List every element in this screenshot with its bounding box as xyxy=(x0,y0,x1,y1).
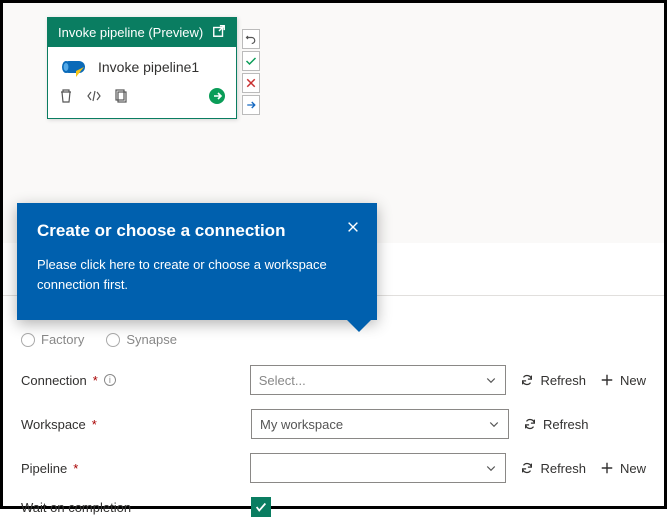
workspace-refresh-button[interactable]: Refresh xyxy=(523,417,589,432)
pipeline-icon xyxy=(60,57,88,77)
copy-icon[interactable] xyxy=(114,88,130,107)
radio-synapse[interactable]: Synapse xyxy=(106,332,177,347)
callout-title: Create or choose a connection xyxy=(37,221,357,241)
activity-action-bar xyxy=(48,81,236,118)
close-icon xyxy=(346,220,360,234)
refresh-icon xyxy=(523,417,537,431)
refresh-icon xyxy=(520,461,534,475)
callout-body: Please click here to create or choose a … xyxy=(37,255,357,294)
pipeline-new-button[interactable]: New xyxy=(600,461,646,476)
required-marker: * xyxy=(93,373,98,388)
radio-factory[interactable]: Factory xyxy=(21,332,84,347)
plus-icon xyxy=(600,461,614,475)
skip-status-icon[interactable] xyxy=(242,95,260,115)
row-pipeline: Pipeline * Refresh New xyxy=(21,453,646,483)
callout-close-button[interactable] xyxy=(343,217,363,237)
required-marker: * xyxy=(73,461,78,476)
info-icon[interactable]: i xyxy=(104,374,116,386)
label-workspace: Workspace xyxy=(21,417,86,432)
radio-synapse-label: Synapse xyxy=(126,332,177,347)
connection-refresh-button[interactable]: Refresh xyxy=(520,373,586,388)
failure-status-icon[interactable] xyxy=(242,73,260,93)
required-marker: * xyxy=(92,417,97,432)
connection-select[interactable]: Select... xyxy=(250,365,507,395)
connection-refresh-label: Refresh xyxy=(540,373,586,388)
activity-name: Invoke pipeline1 xyxy=(98,59,199,75)
row-wait: Wait on completion xyxy=(21,497,646,517)
activity-header: Invoke pipeline (Preview) xyxy=(48,18,236,47)
run-icon[interactable] xyxy=(208,87,226,108)
open-external-icon[interactable] xyxy=(212,24,226,41)
activity-title: Invoke pipeline (Preview) xyxy=(58,25,203,40)
code-icon[interactable] xyxy=(86,88,102,107)
chevron-down-icon xyxy=(488,418,500,430)
plus-icon xyxy=(600,373,614,387)
label-connection: Connection xyxy=(21,373,87,388)
pipeline-refresh-label: Refresh xyxy=(540,461,586,476)
refresh-icon xyxy=(520,373,534,387)
validation-column xyxy=(242,29,260,115)
activity-tile[interactable]: Invoke pipeline (Preview) Invoke pipelin… xyxy=(47,17,237,119)
chevron-down-icon xyxy=(485,374,497,386)
workspace-select-value: My workspace xyxy=(260,417,343,432)
chevron-down-icon xyxy=(485,462,497,474)
pipeline-select[interactable] xyxy=(250,453,507,483)
undo-icon[interactable] xyxy=(242,29,260,49)
wait-checkbox[interactable] xyxy=(251,497,271,517)
activity-body: Invoke pipeline1 xyxy=(48,47,236,81)
radio-factory-label: Factory xyxy=(41,332,84,347)
properties-panel: Factory Synapse Connection * i Select...… xyxy=(3,295,664,506)
row-connection: Connection * i Select... Refresh New xyxy=(21,365,646,395)
row-workspace: Workspace * My workspace Refresh xyxy=(21,409,646,439)
label-pipeline: Pipeline xyxy=(21,461,67,476)
pipeline-refresh-button[interactable]: Refresh xyxy=(520,461,586,476)
workspace-type-row: Factory Synapse xyxy=(21,332,646,347)
workspace-refresh-label: Refresh xyxy=(543,417,589,432)
label-wait: Wait on completion xyxy=(21,500,131,515)
callout-create-connection: Create or choose a connection Please cli… xyxy=(17,203,377,320)
delete-icon[interactable] xyxy=(58,88,74,107)
check-icon xyxy=(254,500,268,514)
connection-select-value: Select... xyxy=(259,373,306,388)
success-status-icon[interactable] xyxy=(242,51,260,71)
connection-new-button[interactable]: New xyxy=(600,373,646,388)
workspace-select[interactable]: My workspace xyxy=(251,409,509,439)
pipeline-new-label: New xyxy=(620,461,646,476)
connection-new-label: New xyxy=(620,373,646,388)
